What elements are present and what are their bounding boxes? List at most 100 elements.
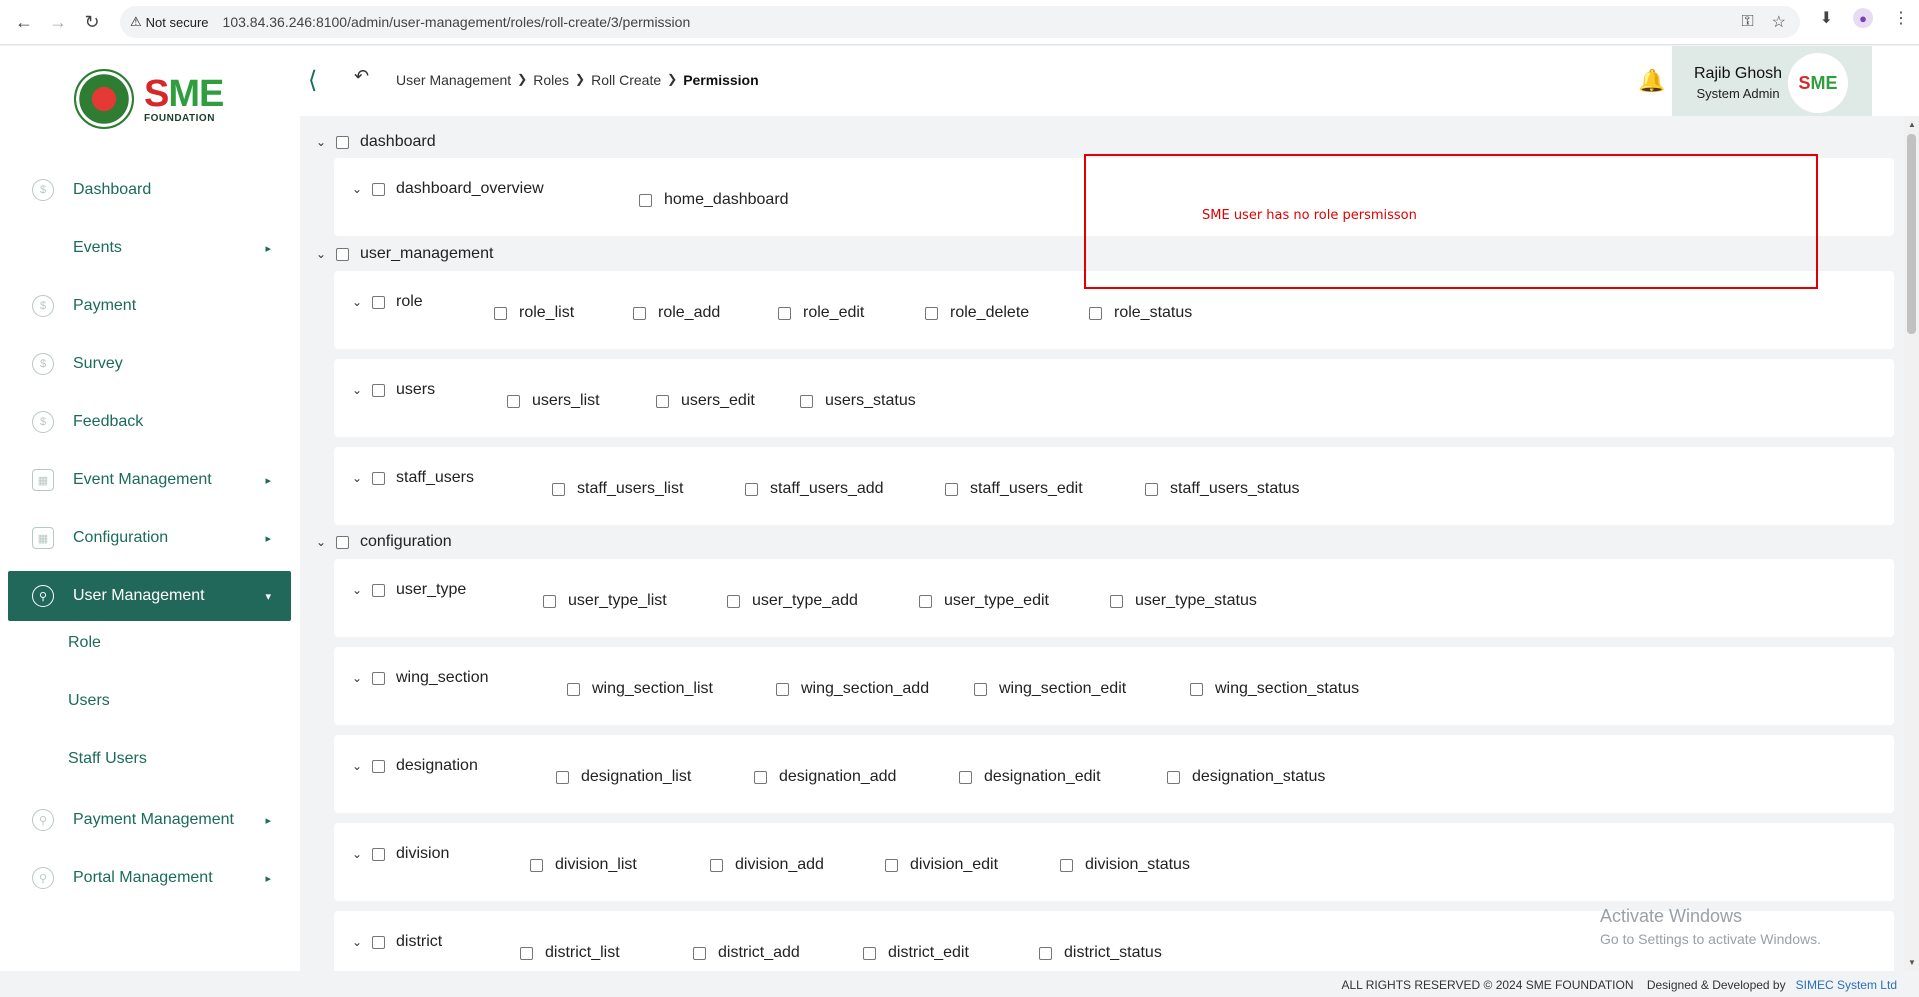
bell-icon[interactable]: 🔔 — [1638, 68, 1665, 94]
chevron-down-icon[interactable]: ⌄ — [316, 247, 328, 261]
sidebar-subitem-staff-users[interactable]: Staff Users — [68, 750, 147, 768]
sidebar-subitem-role[interactable]: Role — [68, 634, 101, 652]
permission-user-type-status[interactable]: user_type_status — [1110, 592, 1257, 610]
checkbox[interactable] — [520, 946, 533, 960]
checkbox[interactable] — [530, 858, 543, 872]
chevron-down-icon[interactable]: ⌄ — [352, 671, 364, 685]
permission-wing-section-edit[interactable]: wing_section_edit — [974, 680, 1126, 698]
sme-logo[interactable]: SME FOUNDATION — [74, 64, 234, 134]
checkbox[interactable] — [336, 535, 349, 549]
checkbox[interactable] — [863, 946, 876, 960]
checkbox[interactable] — [800, 394, 813, 408]
permission-home-dashboard[interactable]: home_dashboard — [639, 191, 789, 209]
permission-designation-add[interactable]: designation_add — [754, 768, 896, 786]
chevron-down-icon[interactable]: ⌄ — [352, 759, 364, 773]
checkbox[interactable] — [1145, 482, 1158, 496]
permission-division-status[interactable]: division_status — [1060, 856, 1190, 874]
checkbox[interactable] — [1089, 306, 1102, 320]
breadcrumb-roll-create[interactable]: Roll Create — [591, 72, 661, 88]
permission-division-add[interactable]: division_add — [710, 856, 824, 874]
sidebar-item-feedback[interactable]: $ Feedback — [8, 397, 291, 447]
checkbox[interactable] — [567, 682, 580, 696]
back-arrow-icon[interactable]: ← — [10, 8, 38, 36]
chevron-down-icon[interactable]: ⌄ — [352, 383, 364, 397]
checkbox[interactable] — [693, 946, 706, 960]
menu-dots-icon[interactable]: ⋮ — [1893, 8, 1909, 28]
chevron-down-icon[interactable]: ⌄ — [352, 471, 364, 485]
sidebar-item-survey[interactable]: $ Survey — [8, 339, 291, 389]
checkbox[interactable] — [372, 671, 385, 685]
checkbox[interactable] — [633, 306, 646, 320]
permission-designation-edit[interactable]: designation_edit — [959, 768, 1101, 786]
scroll-thumb[interactable] — [1907, 134, 1916, 334]
sidebar-item-dashboard[interactable]: $ Dashboard — [8, 165, 291, 215]
checkbox[interactable] — [925, 306, 938, 320]
checkbox[interactable] — [919, 594, 932, 608]
permission-users-list[interactable]: users_list — [507, 392, 600, 410]
checkbox[interactable] — [1190, 682, 1203, 696]
permission-staff-users-list[interactable]: staff_users_list — [552, 480, 683, 498]
permission-users-edit[interactable]: users_edit — [656, 392, 755, 410]
user-profile-card[interactable]: Rajib Ghosh System Admin S ME — [1672, 46, 1872, 120]
sidebar-item-payment-management[interactable]: ⚲ Payment Management ▸ — [8, 795, 291, 845]
checkbox[interactable] — [1167, 770, 1180, 784]
permission-wing-section-add[interactable]: wing_section_add — [776, 680, 929, 698]
sidebar-subitem-users[interactable]: Users — [68, 692, 110, 710]
checkbox[interactable] — [552, 482, 565, 496]
scroll-up-icon[interactable]: ▲ — [1908, 120, 1916, 129]
profile-icon[interactable]: ● — [1853, 8, 1873, 28]
chevron-down-icon[interactable]: ⌄ — [352, 935, 364, 949]
checkbox[interactable] — [656, 394, 669, 408]
checkbox[interactable] — [543, 594, 556, 608]
permission-role-add[interactable]: role_add — [633, 304, 720, 322]
permission-designation-status[interactable]: designation_status — [1167, 768, 1325, 786]
scrollbar[interactable]: ▲ ▼ — [1904, 116, 1919, 971]
chevron-down-icon[interactable]: ⌄ — [352, 583, 364, 597]
reload-icon[interactable]: ↻ — [78, 8, 106, 36]
checkbox[interactable] — [372, 759, 385, 773]
sidebar-item-event-management[interactable]: ▦ Event Management ▸ — [8, 455, 291, 505]
checkbox[interactable] — [336, 247, 349, 261]
checkbox[interactable] — [372, 471, 385, 485]
collapse-sidebar-icon[interactable]: ⟨ — [308, 66, 317, 95]
avatar[interactable]: S ME — [1788, 53, 1848, 113]
footer-company-link[interactable]: SIMEC System Ltd — [1796, 978, 1897, 992]
permission-role-list[interactable]: role_list — [494, 304, 574, 322]
permission-wing-section-status[interactable]: wing_section_status — [1190, 680, 1359, 698]
sidebar-item-events[interactable]: Events ▸ — [8, 223, 291, 273]
checkbox[interactable] — [372, 583, 385, 597]
permission-staff-users-add[interactable]: staff_users_add — [745, 480, 884, 498]
checkbox[interactable] — [372, 182, 385, 196]
permission-user-type-edit[interactable]: user_type_edit — [919, 592, 1049, 610]
permission-district-list[interactable]: district_list — [520, 944, 620, 962]
chevron-down-icon[interactable]: ⌄ — [316, 135, 328, 149]
chevron-down-icon[interactable]: ⌄ — [352, 295, 364, 309]
checkbox[interactable] — [1039, 946, 1052, 960]
sidebar-item-configuration[interactable]: ▦ Configuration ▸ — [8, 513, 291, 563]
checkbox[interactable] — [1060, 858, 1073, 872]
not-secure-badge[interactable]: ⚠ Not secure — [130, 14, 209, 30]
chevron-down-icon[interactable]: ⌄ — [316, 535, 328, 549]
address-bar[interactable]: ⚠ Not secure 103.84.36.246:8100/admin/us… — [120, 6, 1800, 38]
checkbox[interactable] — [556, 770, 569, 784]
checkbox[interactable] — [745, 482, 758, 496]
permission-wing-section-list[interactable]: wing_section_list — [567, 680, 713, 698]
checkbox[interactable] — [754, 770, 767, 784]
permission-staff-users-edit[interactable]: staff_users_edit — [945, 480, 1083, 498]
forward-arrow-icon[interactable]: → — [44, 8, 72, 36]
checkbox[interactable] — [778, 306, 791, 320]
checkbox[interactable] — [372, 295, 385, 309]
chevron-down-icon[interactable]: ⌄ — [352, 847, 364, 861]
breadcrumb-user-management[interactable]: User Management — [396, 72, 511, 88]
checkbox[interactable] — [885, 858, 898, 872]
checkbox[interactable] — [727, 594, 740, 608]
checkbox[interactable] — [494, 306, 507, 320]
permission-district-edit[interactable]: district_edit — [863, 944, 969, 962]
permission-division-edit[interactable]: division_edit — [885, 856, 998, 874]
checkbox[interactable] — [507, 394, 520, 408]
checkbox[interactable] — [336, 135, 349, 149]
permission-users-status[interactable]: users_status — [800, 392, 916, 410]
checkbox[interactable] — [372, 847, 385, 861]
scroll-down-icon[interactable]: ▼ — [1908, 958, 1916, 967]
permission-designation-list[interactable]: designation_list — [556, 768, 691, 786]
